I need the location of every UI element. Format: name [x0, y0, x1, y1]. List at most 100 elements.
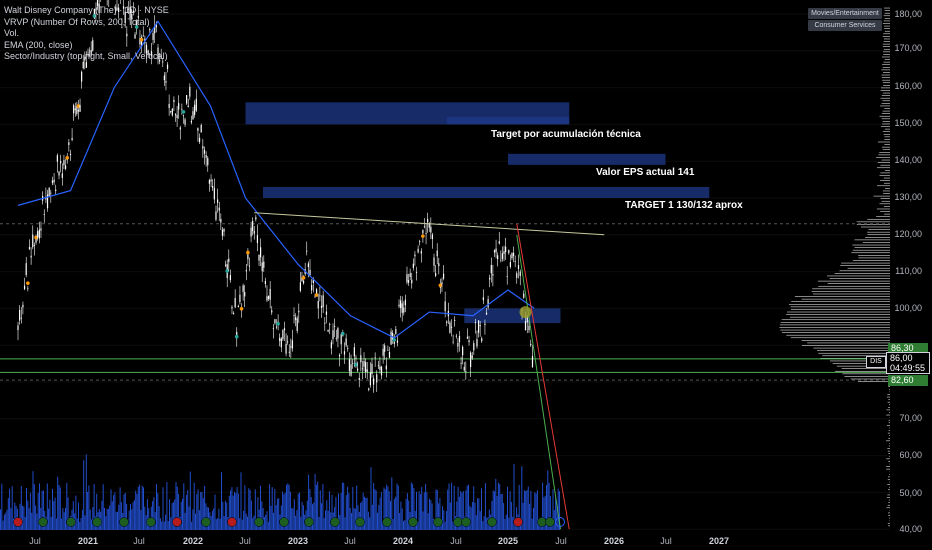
volume-bar — [280, 505, 282, 530]
legend-vrvp[interactable]: VRVP (Number Of Rows, 200, Total) — [4, 17, 169, 29]
volume-bar — [55, 518, 57, 530]
volume-bar — [510, 502, 512, 530]
volume-profile-bar — [835, 370, 890, 372]
volume-bar — [91, 519, 92, 530]
x-tick-label: Jul — [29, 536, 41, 546]
volume-bar — [500, 493, 502, 530]
volume-bar — [31, 512, 33, 530]
candle-body — [500, 259, 502, 261]
volume-profile-bar — [867, 218, 890, 220]
candle-body — [231, 306, 233, 309]
volume-bar — [215, 519, 217, 530]
candle-body — [60, 160, 62, 164]
candle-body — [272, 328, 274, 330]
candle-body — [427, 218, 429, 223]
volume-bar — [210, 516, 212, 530]
volume-profile-bar — [881, 87, 890, 89]
earnings-event-icon — [453, 517, 463, 527]
volume-bar — [29, 492, 31, 530]
earnings-event-icon — [487, 517, 497, 527]
legend-ema[interactable]: EMA (200, close) — [4, 40, 169, 52]
volume-bar — [470, 507, 472, 530]
candle-body — [279, 337, 281, 341]
volume-profile-bar — [882, 149, 890, 151]
signal-dot — [438, 283, 443, 288]
volume-profile-bar — [882, 82, 890, 84]
y-tick-label: 50,00 — [899, 488, 922, 498]
earnings-event-icon — [227, 517, 237, 527]
volume-profile-bar — [884, 188, 890, 189]
volume-bar — [162, 487, 164, 530]
candle-body — [269, 288, 271, 300]
legend-sector[interactable]: Sector/Industry (top right, Small, Verti… — [4, 51, 169, 63]
candle-body — [400, 300, 402, 308]
volume-profile-bar — [829, 278, 890, 279]
volume-profile-bar — [841, 368, 890, 369]
candle-body — [252, 220, 254, 231]
candle-body — [282, 330, 284, 340]
volume-bar — [293, 499, 295, 530]
volume-profile-bar — [844, 376, 890, 377]
candle-body — [345, 338, 347, 346]
signal-dot — [26, 281, 30, 285]
candle-body — [253, 230, 255, 234]
volume-bar — [378, 504, 380, 530]
candle-body — [28, 246, 31, 250]
volume-bar — [288, 484, 290, 530]
candle-body — [173, 99, 175, 102]
volume-bar — [104, 507, 105, 530]
volume-profile-bar — [889, 435, 890, 436]
candle-body — [404, 299, 406, 306]
volume-profile-bar — [854, 247, 890, 248]
volume-bar — [114, 492, 116, 530]
candle-body — [302, 280, 305, 284]
volume-bar — [322, 483, 324, 530]
volume-profile-bar — [886, 507, 890, 509]
volume-bar — [349, 508, 351, 530]
volume-bar — [366, 497, 368, 530]
candle-body — [79, 105, 81, 112]
volume-bar — [75, 495, 77, 530]
volume-profile-bar — [865, 237, 890, 238]
volume-bar — [9, 488, 11, 530]
volume-profile-bar — [888, 386, 890, 388]
volume-bar — [401, 508, 403, 530]
candle-body — [283, 328, 286, 331]
candle-body — [19, 309, 21, 321]
price-chart[interactable] — [0, 0, 932, 550]
volume-bar — [527, 486, 529, 530]
candle-body — [484, 323, 486, 326]
candle-body — [239, 294, 241, 303]
volume-bar — [512, 516, 514, 530]
candle-body — [50, 192, 52, 194]
volume-bar — [239, 518, 241, 530]
volume-profile-bar — [881, 103, 890, 104]
volume-profile-bar — [881, 56, 890, 58]
volume-profile-bar — [880, 180, 890, 181]
candle-body — [192, 111, 194, 120]
volume-profile-bar — [779, 327, 890, 328]
volume-bar — [218, 508, 220, 530]
volume-profile-bar — [842, 373, 890, 375]
candle-body — [441, 282, 443, 285]
volume-profile-bar — [883, 61, 890, 63]
candle-body — [369, 372, 371, 386]
volume-profile-bar — [882, 66, 890, 68]
volume-bar — [79, 521, 81, 530]
signal-dot — [341, 331, 345, 336]
volume-bar — [299, 492, 300, 530]
volume-bar — [313, 502, 315, 530]
legend-volume[interactable]: Vol. — [4, 28, 169, 40]
candle-body — [258, 254, 260, 261]
earnings-event-icon — [146, 517, 156, 527]
volume-bar — [271, 487, 273, 530]
volume-profile-bar — [876, 185, 890, 187]
volume-profile-bar — [886, 409, 890, 411]
candle-body — [531, 355, 534, 368]
candle-body — [217, 199, 219, 203]
volume-bar — [163, 521, 165, 530]
volume-bar — [219, 518, 221, 530]
volume-bar — [141, 485, 143, 530]
candle-body — [309, 269, 311, 276]
volume-bar — [136, 493, 138, 530]
